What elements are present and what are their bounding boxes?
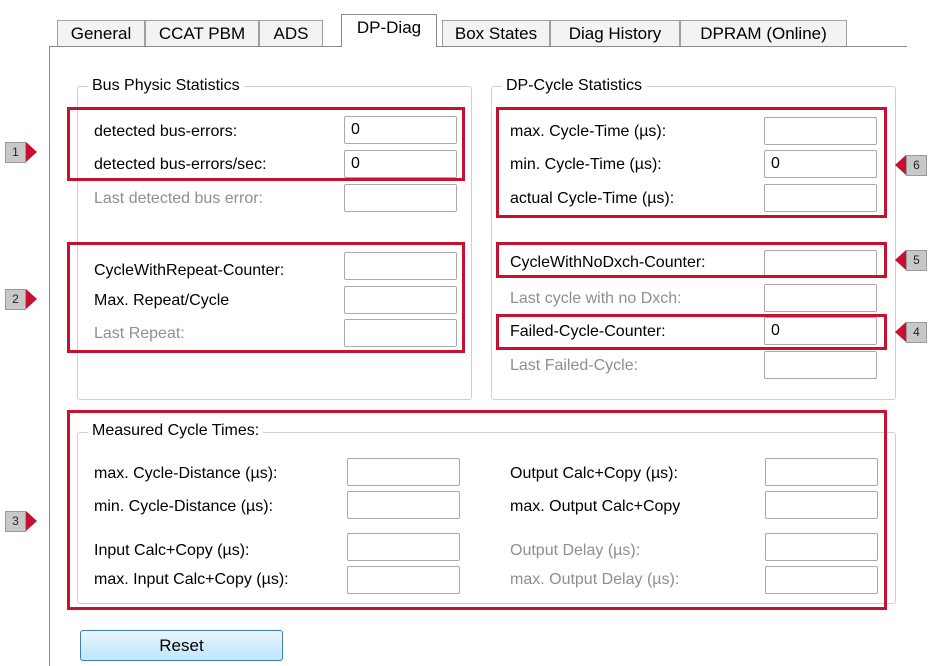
last-repeat-label: Last Repeat: xyxy=(94,325,185,342)
callout-1: 1 xyxy=(5,142,26,163)
tab-ads[interactable]: ADS xyxy=(259,20,323,46)
cycle-with-no-dxch-counter-label: CycleWithNoDxch-Counter: xyxy=(510,254,706,271)
last-cycle-no-dxch-label: Last cycle with no Dxch: xyxy=(510,290,682,307)
max-cycle-distance-label: max. Cycle-Distance (µs): xyxy=(94,465,278,482)
tab-dpram-online[interactable]: DPRAM (Online) xyxy=(680,20,847,46)
failed-cycle-counter-label: Failed-Cycle-Counter: xyxy=(510,323,666,340)
dp-cycle-title: DP-Cycle Statistics xyxy=(502,77,647,95)
max-output-calc-copy-label: max. Output Calc+Copy xyxy=(510,498,681,515)
callout-5: 5 xyxy=(906,250,927,271)
min-cycle-distance-label: min. Cycle-Distance (µs): xyxy=(94,498,274,515)
tab-box-states[interactable]: Box States xyxy=(442,20,550,46)
output-delay-label: Output Delay (µs): xyxy=(510,542,641,559)
min-cycle-time-label: min. Cycle-Time (µs): xyxy=(510,156,662,173)
min-cycle-time-field[interactable] xyxy=(764,150,877,178)
last-cycle-no-dxch-field[interactable] xyxy=(764,284,877,312)
last-bus-error-field[interactable] xyxy=(344,184,457,212)
tab-panel-left-border xyxy=(49,46,50,666)
last-failed-cycle-field[interactable] xyxy=(764,351,877,379)
tab-diag-history[interactable]: Diag History xyxy=(550,20,680,46)
output-calc-copy-label: Output Calc+Copy (µs): xyxy=(510,465,678,482)
max-input-calc-copy-label: max. Input Calc+Copy (µs): xyxy=(94,571,289,588)
callout-2-arrow-icon xyxy=(26,289,37,309)
min-cycle-distance-field[interactable] xyxy=(347,491,460,519)
callout-2: 2 xyxy=(5,289,26,310)
last-repeat-field[interactable] xyxy=(344,319,457,347)
tab-ccat-pbm[interactable]: CCAT PBM xyxy=(145,20,259,46)
max-cycle-time-label: max. Cycle-Time (µs): xyxy=(510,123,667,140)
actual-cycle-time-field[interactable] xyxy=(764,184,877,212)
callout-6: 6 xyxy=(906,155,927,176)
callout-4-arrow-icon xyxy=(895,322,906,342)
reset-button[interactable]: Reset xyxy=(80,630,283,661)
max-output-delay-label: max. Output Delay (µs): xyxy=(510,571,680,588)
cycle-with-no-dxch-counter-field[interactable] xyxy=(764,250,877,278)
max-output-calc-copy-field[interactable] xyxy=(765,491,878,519)
max-output-delay-field[interactable] xyxy=(765,566,878,594)
bus-physic-title: Bus Physic Statistics xyxy=(88,77,244,95)
max-repeat-per-cycle-field[interactable] xyxy=(344,286,457,314)
detected-bus-errors-field[interactable] xyxy=(344,116,457,144)
detected-bus-errors-label: detected bus-errors: xyxy=(94,123,238,140)
input-calc-copy-label: Input Calc+Copy (µs): xyxy=(94,542,250,559)
cycle-with-repeat-counter-field[interactable] xyxy=(344,252,457,280)
callout-1-arrow-icon xyxy=(26,142,37,162)
callout-5-arrow-icon xyxy=(895,250,906,270)
max-input-calc-copy-field[interactable] xyxy=(347,566,460,594)
output-delay-field[interactable] xyxy=(765,533,878,561)
max-repeat-per-cycle-label: Max. Repeat/Cycle xyxy=(94,292,230,309)
callout-4: 4 xyxy=(906,322,927,343)
last-bus-error-label: Last detected bus error: xyxy=(94,190,263,207)
output-calc-copy-field[interactable] xyxy=(765,458,878,486)
max-cycle-distance-field[interactable] xyxy=(347,458,460,486)
bus-errors-per-sec-field[interactable] xyxy=(344,150,457,178)
input-calc-copy-field[interactable] xyxy=(347,533,460,561)
tab-dp-diag[interactable]: DP-Diag xyxy=(341,14,437,47)
callout-3-arrow-icon xyxy=(26,511,37,531)
last-failed-cycle-label: Last Failed-Cycle: xyxy=(510,357,639,374)
measured-cycle-times-title: Measured Cycle Times: xyxy=(88,422,264,440)
cycle-with-repeat-counter-label: CycleWithRepeat-Counter: xyxy=(94,262,285,279)
bus-errors-per-sec-label: detected bus-errors/sec: xyxy=(94,156,267,173)
callout-6-arrow-icon xyxy=(895,155,906,175)
tab-general[interactable]: General xyxy=(57,20,145,46)
failed-cycle-counter-field[interactable] xyxy=(764,317,877,345)
callout-3: 3 xyxy=(5,511,26,532)
actual-cycle-time-label: actual Cycle-Time (µs): xyxy=(510,190,675,207)
max-cycle-time-field[interactable] xyxy=(764,117,877,145)
tab-panel-border xyxy=(49,46,907,47)
